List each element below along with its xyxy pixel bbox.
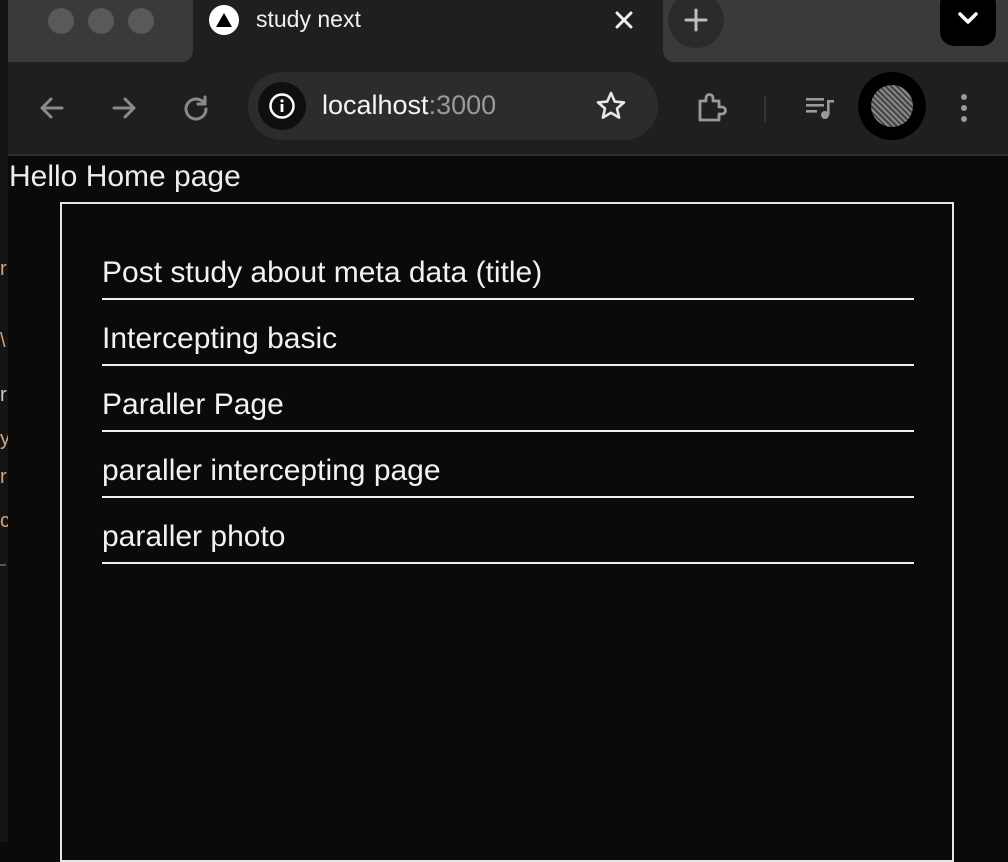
window-edge: r \ r y r c [0, 0, 8, 842]
edge-fragment: c [0, 510, 8, 532]
extensions-icon[interactable] [692, 88, 732, 128]
back-icon[interactable] [32, 88, 72, 128]
link-list: Post study about meta data (title) Inter… [102, 236, 914, 564]
profile-avatar[interactable] [858, 72, 926, 140]
info-icon[interactable] [258, 82, 306, 130]
edge-divider [0, 564, 6, 566]
edge-fragment: r [0, 384, 7, 406]
link-label[interactable]: Intercepting basic [102, 322, 337, 356]
forward-icon[interactable] [104, 88, 144, 128]
avatar-image [871, 85, 913, 127]
tab-strip: study next [8, 0, 1008, 62]
plus-icon [684, 8, 708, 32]
edge-fragment: r [0, 466, 7, 488]
url-host: localhost [322, 90, 429, 120]
link-label[interactable]: paraller photo [102, 520, 285, 554]
close-tab-icon[interactable] [608, 4, 640, 36]
tab-search-button[interactable] [940, 0, 996, 46]
link-paraller-page[interactable]: Paraller Page [102, 366, 914, 432]
edge-fragment: r [0, 258, 7, 280]
link-intercepting-basic[interactable]: Intercepting basic [102, 300, 914, 366]
link-paraller-intercepting-page[interactable]: paraller intercepting page [102, 432, 914, 498]
url-port: :3000 [428, 90, 497, 120]
new-tab-button[interactable] [668, 0, 724, 48]
address-bar[interactable]: localhost:3000 [248, 72, 658, 140]
link-label[interactable]: Paraller Page [102, 388, 284, 422]
link-post-study[interactable]: Post study about meta data (title) [102, 236, 914, 300]
triangle-favicon-icon [209, 5, 239, 35]
reload-icon[interactable] [176, 88, 216, 128]
edge-fragment: \ [0, 330, 6, 352]
link-label[interactable]: Post study about meta data (title) [102, 256, 542, 290]
menu-icon[interactable] [944, 88, 984, 128]
link-paraller-photo[interactable]: paraller photo [102, 498, 914, 564]
browser-toolbar: localhost:3000 [8, 62, 1008, 156]
edge-fragment: y [0, 428, 8, 450]
star-icon[interactable] [593, 88, 629, 124]
close-window-button[interactable] [48, 8, 74, 34]
maximize-window-button[interactable] [128, 8, 154, 34]
url-text[interactable]: localhost:3000 [322, 90, 496, 121]
chevron-down-icon [958, 12, 978, 24]
minimize-window-button[interactable] [88, 8, 114, 34]
media-icon[interactable] [800, 88, 840, 128]
page-heading: Hello Home page [9, 160, 241, 193]
link-label[interactable]: paraller intercepting page [102, 454, 441, 488]
tab-title: study next [256, 6, 361, 32]
active-tab[interactable]: study next [181, 0, 675, 62]
toolbar-divider [764, 96, 766, 122]
